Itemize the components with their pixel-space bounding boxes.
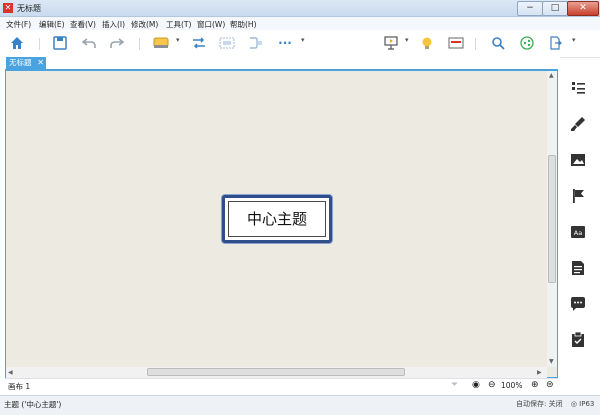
toolbar: ▾ ··· ▾ ▾ ▾	[0, 30, 600, 58]
scroll-down-icon[interactable]: ▼	[549, 358, 554, 365]
presentation-icon[interactable]	[382, 34, 400, 52]
outline-view-icon[interactable]	[447, 34, 465, 52]
selection-status: 主题 ('中心主题')	[4, 400, 62, 409]
menu-modify[interactable]: 修改(M)	[131, 19, 158, 30]
filter-icon[interactable]: ⏷	[451, 380, 458, 390]
central-topic-label: 中心主题	[246, 210, 307, 228]
menu-window[interactable]: 窗口(W)	[197, 19, 225, 30]
horizontal-scrollbar[interactable]: ◀ ▶	[6, 367, 547, 378]
minimize-button[interactable]: −	[517, 1, 543, 16]
network-icon: ◎	[570, 400, 577, 408]
vertical-scrollbar[interactable]: ▲ ▼	[547, 71, 557, 367]
vertical-scroll-thumb[interactable]	[548, 155, 556, 283]
close-window-button[interactable]: ✕	[567, 1, 599, 16]
menu-tools[interactable]: 工具(T)	[166, 19, 191, 30]
ip-label: IP63	[579, 400, 595, 408]
svg-text:Aa: Aa	[574, 229, 582, 237]
mindmap-canvas[interactable]: 中心主题 ▲ ▼ ◀ ▶	[5, 69, 558, 378]
more-icon[interactable]: ···	[276, 34, 294, 52]
chevron-down-icon[interactable]: ▾	[301, 36, 305, 44]
scroll-right-icon[interactable]: ▶	[537, 369, 542, 376]
close-icon[interactable]: ✕	[37, 57, 44, 69]
save-icon[interactable]	[51, 34, 69, 52]
status-bar: 主题 ('中心主题') 自动保存: 关闭 ◎ IP63	[0, 395, 600, 415]
menu-view[interactable]: 查看(V)	[70, 19, 96, 30]
sheet-tab[interactable]: 画布 1	[8, 381, 30, 392]
menu-bar: 文件(F) 编辑(E) 查看(V) 插入(I) 修改(M) 工具(T) 窗口(W…	[0, 17, 600, 30]
menu-file[interactable]: 文件(F)	[6, 19, 31, 30]
format-brush-icon[interactable]	[568, 114, 588, 134]
scroll-up-icon[interactable]: ▲	[549, 72, 554, 79]
maximize-button[interactable]: □	[542, 1, 568, 16]
text-aa-icon[interactable]: Aa	[568, 222, 588, 242]
toolbar-divider	[475, 38, 476, 50]
central-topic[interactable]: 中心主题	[222, 195, 332, 243]
image-icon[interactable]	[568, 150, 588, 170]
right-sidebar: Aa	[563, 70, 600, 392]
toolbar-divider	[39, 38, 40, 50]
toolbar-divider	[139, 38, 140, 50]
scroll-left-icon[interactable]: ◀	[8, 369, 13, 376]
notes-icon[interactable]	[568, 258, 588, 278]
comments-icon[interactable]	[568, 294, 588, 314]
home-icon[interactable]	[8, 34, 26, 52]
undo-icon[interactable]	[80, 34, 98, 52]
fit-map-icon[interactable]: ⊜	[546, 380, 554, 390]
chevron-down-icon[interactable]: ▾	[405, 36, 409, 44]
relationship-icon[interactable]	[190, 34, 208, 52]
canvas-status-bar: 画布 1 ⏷ ◉ ⊖ 100% ⊕ ⊜	[5, 378, 558, 393]
autosave-status: 自动保存: 关闭 ◎ IP63	[516, 399, 594, 409]
tab-label: 无标题	[9, 58, 32, 67]
boundary-icon[interactable]	[218, 34, 236, 52]
flag-marker-icon[interactable]	[568, 186, 588, 206]
outline-list-icon[interactable]	[568, 78, 588, 98]
zoom-out-icon[interactable]: ⊖	[488, 380, 496, 390]
topic-style-icon[interactable]	[152, 34, 170, 52]
chevron-down-icon[interactable]: ▾	[176, 36, 180, 44]
tab-untitled[interactable]: 无标题 ✕	[6, 57, 46, 69]
export-icon[interactable]	[546, 34, 564, 52]
horizontal-scroll-thumb[interactable]	[147, 368, 405, 376]
search-icon[interactable]	[489, 34, 507, 52]
menu-help[interactable]: 帮助(H)	[230, 19, 257, 30]
share-icon[interactable]	[518, 34, 536, 52]
summary-icon[interactable]	[246, 34, 264, 52]
chevron-down-icon[interactable]: ▾	[572, 36, 576, 44]
menu-edit[interactable]: 编辑(E)	[39, 19, 65, 30]
window-title: 无标题	[17, 4, 41, 13]
task-clipboard-icon[interactable]	[568, 330, 588, 350]
xmind-logo-icon: ✕	[3, 3, 13, 13]
autosave-label[interactable]: 自动保存: 关闭	[516, 400, 563, 408]
redo-icon[interactable]	[108, 34, 126, 52]
title-bar: ✕ 无标题 − □ ✕	[0, 0, 600, 17]
idea-lightbulb-icon[interactable]	[418, 34, 436, 52]
eye-icon[interactable]: ◉	[472, 380, 480, 390]
zoom-level: 100%	[501, 381, 523, 390]
menu-insert[interactable]: 插入(I)	[102, 19, 125, 30]
zoom-in-icon[interactable]: ⊕	[531, 380, 539, 390]
